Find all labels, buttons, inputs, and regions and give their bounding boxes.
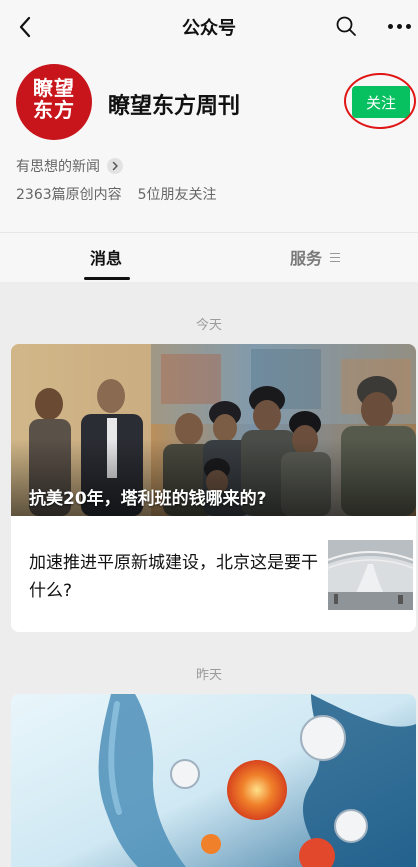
menu-icon	[330, 252, 341, 262]
article-card-yesterday[interactable]	[11, 694, 416, 867]
article-title[interactable]: 加速推进平原新城建设，北京这是要干什么?	[29, 549, 319, 605]
account-avatar[interactable]: 瞭望 东方	[16, 64, 92, 140]
article-thumbnail[interactable]	[328, 540, 413, 610]
account-name: 瞭望东方周刊	[108, 94, 241, 119]
logo-text-line2: 东方	[33, 98, 75, 122]
account-tagline[interactable]: 有思想的新闻	[16, 156, 123, 176]
hero-article-title: 抗美20年，塔利班的钱哪来的?	[29, 489, 267, 509]
chevron-right-icon	[107, 158, 123, 174]
more-dots-icon	[386, 23, 413, 29]
more-button[interactable]	[384, 14, 414, 38]
tab-bar: 消息 服务	[0, 232, 418, 282]
date-label-today: 今天	[195, 318, 222, 333]
account-stats: 2363篇原创内容 5位朋友关注	[16, 184, 217, 204]
date-label-yesterday: 昨天	[195, 668, 222, 683]
logo-text-line1: 瞭望	[33, 76, 75, 100]
tab-services[interactable]: 服务	[290, 245, 341, 269]
article-card-today: 抗美20年，塔利班的钱哪来的? 加速推进平原新城建设，北京这是要干什么?	[11, 344, 416, 632]
tab-services-label: 服务	[290, 249, 323, 268]
hero-image-yesterday	[11, 694, 416, 867]
original-count: 2363篇原创内容	[16, 187, 122, 203]
follow-button[interactable]: 关注	[352, 86, 410, 118]
navbar: 公众号	[0, 0, 418, 54]
active-tab-indicator	[84, 277, 130, 280]
search-icon	[336, 16, 356, 36]
account-header: 公众号 瞭望 东方 瞭望东方周刊 关注 有思想的新闻 2363篇原创内容 5位朋友…	[0, 0, 418, 232]
friends-following: 5位朋友关注	[137, 187, 217, 203]
thumbnail-image	[328, 540, 413, 610]
search-button[interactable]	[332, 12, 360, 40]
tab-messages[interactable]: 消息	[70, 245, 142, 269]
hero-article-yesterday[interactable]	[11, 694, 416, 867]
tagline-text: 有思想的新闻	[16, 159, 100, 175]
hero-article[interactable]: 抗美20年，塔利班的钱哪来的?	[11, 344, 416, 516]
